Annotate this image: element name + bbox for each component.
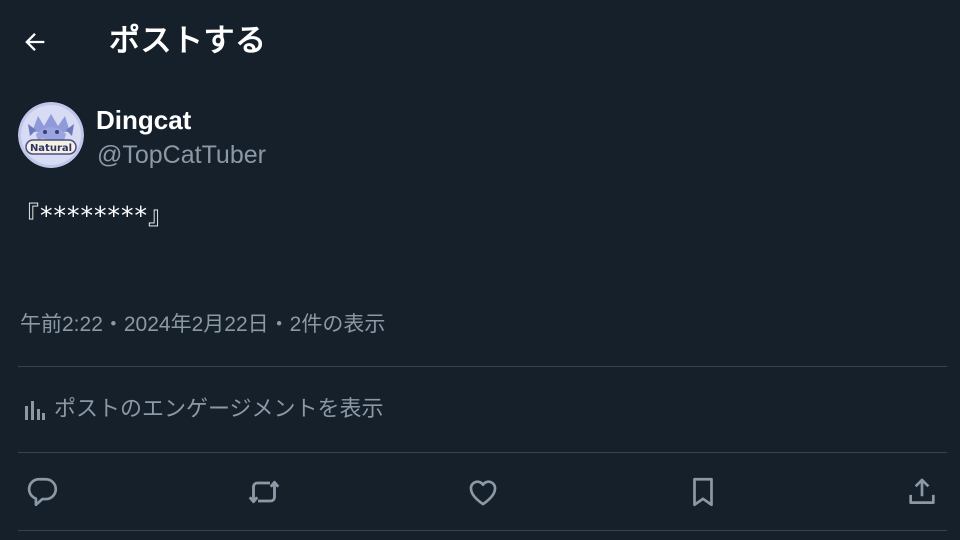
meta-separator: ・ (268, 313, 290, 336)
bookmark-icon (693, 477, 713, 507)
repost-button[interactable] (244, 472, 284, 512)
author-name[interactable]: Dingcat (96, 103, 191, 137)
page-title: ポストする (109, 23, 267, 59)
post-time[interactable]: 午前2:22 (20, 313, 103, 336)
top-bar: ポストする (0, 0, 960, 80)
meta-separator: ・ (102, 313, 124, 336)
analytics-bars-icon (25, 401, 45, 420)
divider (18, 366, 947, 367)
reply-bubble-icon (27, 477, 58, 507)
post-detail-page: ポストする Natural Dingcat @TopCatTuber 『****… (0, 0, 960, 540)
divider (18, 452, 947, 453)
post-meta: 午前2:22・2024年2月22日・2件の表示 (20, 310, 385, 340)
share-button[interactable] (902, 472, 942, 512)
post-date[interactable]: 2024年2月22日 (124, 313, 269, 336)
views-count: 2件 (289, 313, 323, 336)
view-engagement-button[interactable]: ポストのエンゲージメントを表示 (22, 394, 384, 426)
heart-icon (469, 480, 497, 506)
views-label: の表示 (322, 313, 386, 336)
repost-arrows-icon (248, 480, 280, 504)
engagement-label: ポストのエンゲージメントを表示 (54, 397, 384, 422)
bookmark-button[interactable] (683, 472, 723, 512)
reply-button[interactable] (23, 472, 63, 512)
avatar-badge-text: Natural (30, 143, 72, 154)
divider (18, 530, 947, 531)
arrow-left-icon (25, 33, 45, 51)
like-button[interactable] (463, 472, 503, 512)
post-text: 『********』 (14, 201, 175, 230)
avatar[interactable]: Natural (18, 102, 84, 168)
back-button[interactable] (18, 25, 52, 59)
author-handle[interactable]: @TopCatTuber (97, 139, 266, 171)
share-upload-icon (909, 478, 935, 504)
